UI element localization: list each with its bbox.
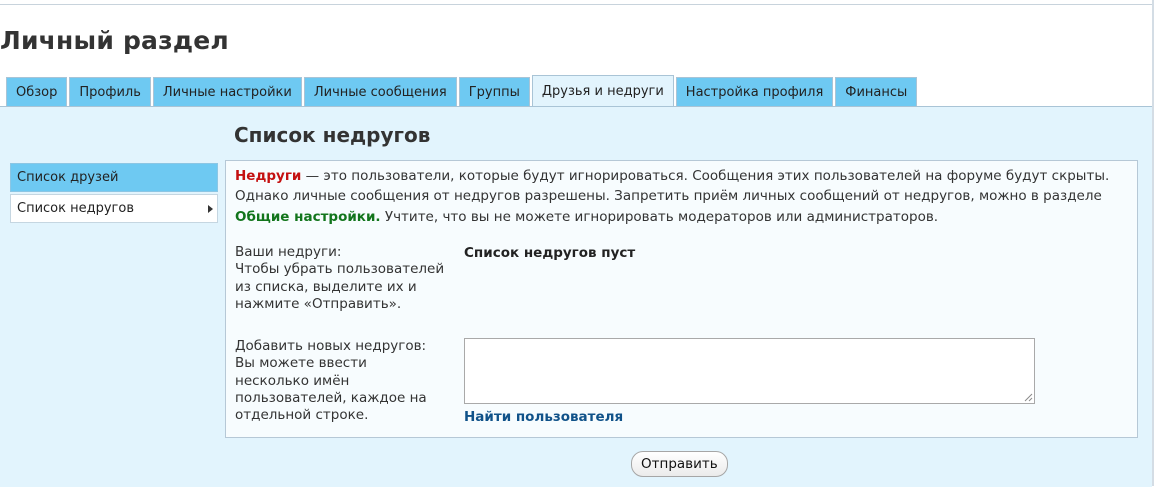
tab-profile[interactable]: Профиль: [69, 77, 151, 106]
add-foes-hint: Вы можете ввести несколько имён пользова…: [235, 355, 427, 424]
foes-description: Недруги — это пользователи, которые буду…: [235, 166, 1135, 227]
sidebar-item-label: Список недругов: [17, 201, 134, 216]
your-foes-label: Ваши недруги:: [235, 244, 342, 260]
foes-description-tail: Учтите, что вы не можете игнорировать мо…: [380, 208, 939, 225]
foes-term: Недруги: [235, 168, 302, 184]
tab-finances[interactable]: Финансы: [835, 77, 918, 106]
sidebar-menu: Список друзей Список недругов: [10, 163, 218, 223]
chevron-right-icon: [208, 205, 213, 213]
tab-groups[interactable]: Группы: [458, 77, 530, 106]
tab-profile-settings[interactable]: Настройка профиля: [675, 77, 834, 106]
sidebar-item-friends[interactable]: Список друзей: [10, 163, 218, 192]
add-foes-textarea[interactable]: [464, 338, 1035, 404]
foes-description-text: — это пользователи, которые будут игнори…: [235, 168, 1110, 205]
tab-friends-and-foes[interactable]: Друзья и недруги: [531, 75, 674, 106]
sidebar-item-label: Список друзей: [17, 170, 119, 185]
find-user-link[interactable]: Найти пользователя: [464, 409, 623, 425]
submit-button[interactable]: Отправить: [631, 451, 728, 477]
general-settings-link[interactable]: Общие настройки.: [235, 209, 381, 225]
tab-private-messages[interactable]: Личные сообщения: [303, 77, 457, 106]
sidebar-item-foes[interactable]: Список недругов: [10, 194, 218, 223]
add-foes-label-group: Добавить новых недругов: Вы можете ввест…: [235, 338, 445, 424]
section-title: Список недругов: [234, 123, 431, 147]
tab-bar: Обзор Профиль Личные настройки Личные со…: [6, 75, 918, 106]
page-title: Личный раздел: [0, 26, 229, 55]
tab-personal-settings[interactable]: Личные настройки: [152, 77, 302, 106]
your-foes-label-group: Ваши недруги: Чтобы убрать пользователей…: [235, 244, 445, 313]
your-foes-hint: Чтобы убрать пользователей из списка, вы…: [235, 261, 445, 312]
foes-empty-message: Список недругов пуст: [464, 245, 636, 261]
tab-overview[interactable]: Обзор: [6, 77, 68, 106]
top-frame-border: [0, 0, 1154, 5]
add-foes-label: Добавить новых недругов:: [235, 338, 427, 354]
